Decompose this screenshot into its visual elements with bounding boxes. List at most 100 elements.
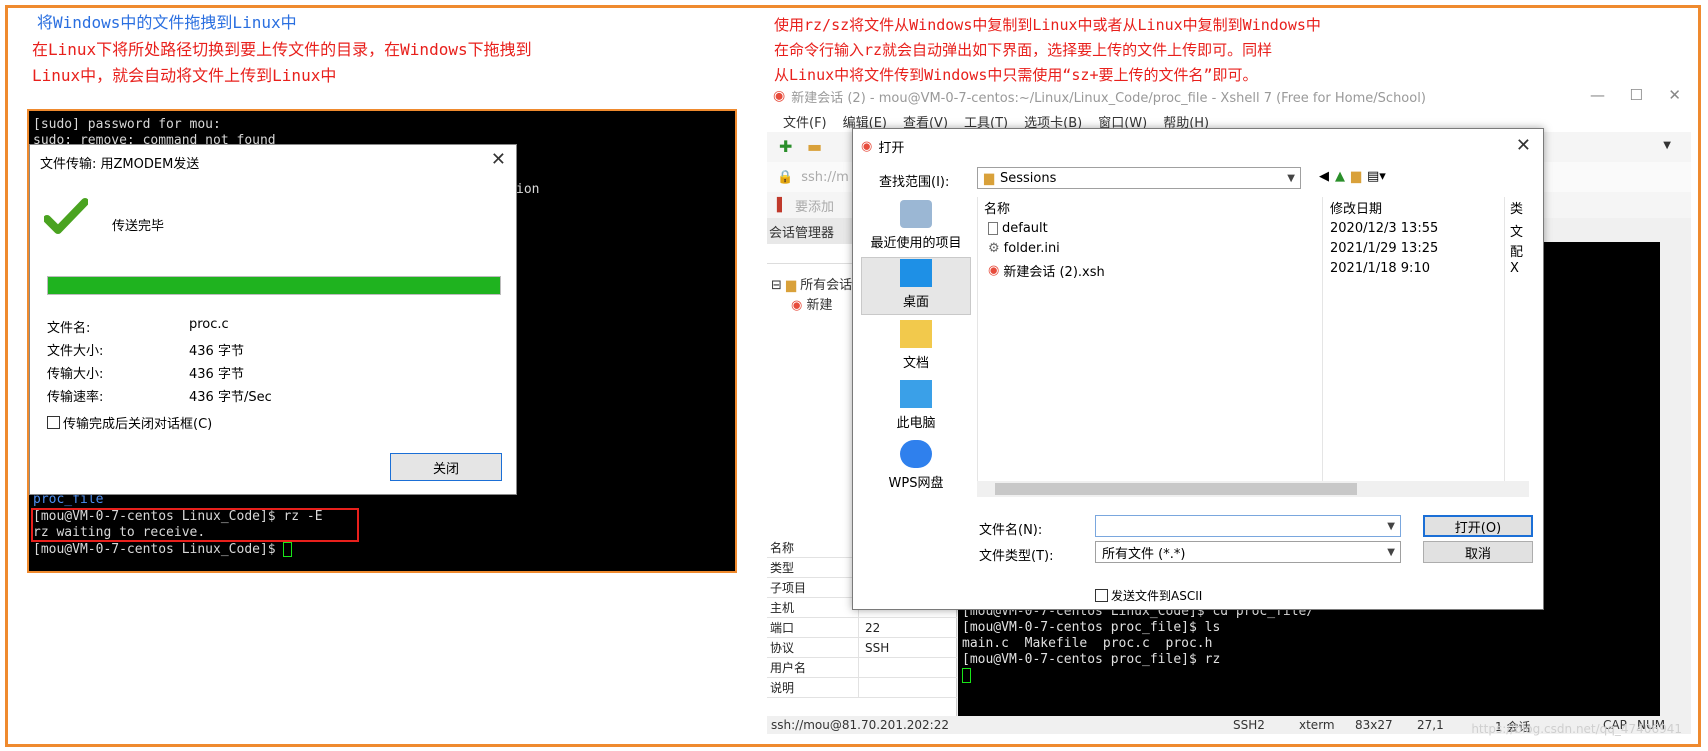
dialog-title: 文件传输: 用ZMODEM发送 — [40, 157, 200, 172]
right-note-line2: 在命令行输入rz就会自动弹出如下界面，选择要上传的文件上传即可。同样 — [774, 41, 1273, 59]
filename-label: 文件名(N): — [979, 523, 1043, 538]
file-row[interactable]: ◉ 新建会话 (2).xsh — [988, 261, 1105, 280]
chevron-down-icon: ▼ — [1387, 520, 1395, 532]
chevron-down-icon: ▼ — [1387, 546, 1395, 558]
prop-key: 主机 — [767, 598, 859, 617]
recent-icon — [900, 200, 932, 228]
menu-file[interactable]: 文件(F) — [783, 112, 827, 131]
row-value: 436 字节 — [189, 367, 244, 382]
prop-row: 端口 22 — [767, 618, 957, 638]
ascii-checkbox[interactable]: 发送文件到ASCII — [1095, 587, 1202, 604]
place-desktop[interactable]: 桌面 — [861, 257, 971, 315]
file-date: 2021/1/29 13:25 — [1330, 241, 1439, 256]
prop-row: 用户名 — [767, 658, 957, 678]
row-value: 436 字节 — [189, 344, 244, 359]
right-note-line1: 使用rz/sz将文件从Windows中复制到Linux中或者从Linux中复制到… — [774, 16, 1321, 34]
column-date[interactable]: 修改日期 — [1330, 197, 1382, 217]
file-row[interactable]: ⚙ folder.ini — [988, 241, 1060, 256]
place-wps-cloud[interactable]: WPS网盘 — [861, 437, 971, 495]
cancel-button[interactable]: 取消 — [1423, 541, 1533, 563]
tree-root[interactable]: ⊟ ▆ 所有会话 — [771, 274, 852, 293]
place-label: 最近使用的项目 — [870, 236, 962, 251]
new-session-icon[interactable]: ✚ — [779, 137, 792, 156]
place-documents[interactable]: 文档 — [861, 317, 971, 375]
watermark: https://blog.csdn.net/qq_47406941 — [1471, 722, 1682, 736]
open-folder-icon[interactable]: ▬ — [807, 137, 822, 156]
place-label: WPS网盘 — [888, 476, 944, 491]
column-name[interactable]: 名称 — [984, 197, 1010, 217]
filetype-select[interactable]: 所有文件 (*.*) ▼ — [1095, 541, 1401, 563]
open-dialog: ◉ 打开 ✕ 查找范围(I): ▆ Sessions ▼ ◀ ▲ ▆ ▤▾ 最近使用的… — [852, 128, 1544, 610]
cursor — [283, 542, 293, 557]
ascii-label: 发送文件到ASCII — [1111, 589, 1203, 603]
lock-icon: 🔒 — [777, 169, 794, 185]
close-icon[interactable]: ✕ — [491, 149, 506, 170]
status-protocol: SSH2 — [1233, 718, 1265, 732]
documents-icon — [900, 320, 932, 348]
prop-key: 用户名 — [767, 658, 859, 677]
checkbox-box[interactable] — [1095, 589, 1108, 602]
close-icon[interactable]: ✕ — [1668, 86, 1681, 104]
term-prompt: [mou@VM-0-7-centos Linux_Code]$ — [33, 542, 284, 557]
term-cursor-line — [962, 668, 971, 683]
folder-icon: ▆ — [786, 278, 797, 293]
term-line: [mou@VM-0-7-centos proc_file]$ rz — [962, 652, 1221, 667]
zmodem-dialog: 文件传输: 用ZMODEM发送 ✕ 传送完毕 文件名: proc.c 文件大小:… — [29, 144, 517, 495]
xsh-file-icon: ◉ — [988, 263, 1000, 278]
lookin-label: 查找范围(I): — [879, 175, 950, 190]
prop-key: 名称 — [767, 538, 859, 557]
up-folder-icon[interactable]: ▲ — [1335, 169, 1345, 184]
prop-key: 子项目 — [767, 578, 859, 597]
tree-child[interactable]: ◉ 新建 — [791, 294, 833, 313]
terminal-scrollbar[interactable] — [1660, 242, 1678, 716]
places-bar: 最近使用的项目 桌面 文档 此电脑 WPS网盘 — [861, 197, 971, 567]
row-key: 传输大小: — [47, 367, 104, 382]
horizontal-scrollbar[interactable] — [977, 481, 1529, 497]
prop-row: 协议 SSH — [767, 638, 957, 658]
checkbox-box[interactable] — [47, 416, 60, 429]
term-line: ion — [516, 182, 540, 197]
close-button[interactable]: 关闭 — [390, 453, 502, 481]
place-recent[interactable]: 最近使用的项目 — [861, 197, 971, 255]
lookin-select[interactable]: ▆ Sessions ▼ — [977, 167, 1301, 189]
checkbox-label: 传输完成后关闭对话框(C) — [63, 417, 213, 432]
back-icon[interactable]: ◀ — [1319, 169, 1329, 184]
minimize-icon[interactable]: — — [1590, 86, 1605, 104]
new-folder-icon[interactable]: ▆ — [1351, 169, 1361, 184]
prop-key: 端口 — [767, 618, 859, 637]
window-title: 新建会话 (2) - mou@VM-0-7-centos:~/Linux/Lin… — [791, 90, 1426, 106]
prop-value: SSH — [865, 640, 890, 655]
bookmark-icon: ▌ — [777, 197, 787, 213]
view-menu-icon[interactable]: ▤▾ — [1367, 169, 1386, 184]
progress-bar — [47, 276, 501, 295]
filename-input[interactable]: ▼ — [1095, 515, 1401, 537]
file-list: 名称 修改日期 类 default 2020/12/3 13:55 文 ⚙ fol… — [977, 197, 1529, 481]
open-button[interactable]: 打开(O) — [1423, 515, 1533, 537]
file-name: default — [1002, 221, 1048, 236]
term-prompt-line: [mou@VM-0-7-centos Linux_Code]$ — [33, 542, 293, 557]
row-key: 文件大小: — [47, 344, 104, 359]
maximize-icon[interactable]: ☐ — [1630, 86, 1643, 104]
session-icon: ◉ — [791, 298, 803, 313]
close-icon[interactable]: ✕ — [1516, 135, 1531, 156]
scroll-thumb[interactable] — [995, 483, 1357, 495]
cursor — [962, 668, 971, 683]
desktop-icon — [900, 259, 932, 287]
file-type: 文 — [1510, 225, 1524, 240]
column-divider — [1322, 197, 1323, 481]
tree-child-label: 新建 — [806, 298, 833, 313]
chevron-down-icon[interactable]: ▼ — [1663, 140, 1671, 151]
status-pos: 27,1 — [1417, 718, 1444, 732]
place-this-pc[interactable]: 此电脑 — [861, 377, 971, 435]
column-type[interactable]: 类 — [1510, 197, 1523, 217]
xshell-logo-icon: ◉ — [773, 88, 786, 104]
cloud-icon — [900, 440, 932, 468]
place-label: 此电脑 — [896, 416, 936, 431]
close-on-done-checkbox[interactable]: 传输完成后关闭对话框(C) — [47, 413, 212, 432]
settings-file-icon: ⚙ — [988, 241, 1000, 256]
checkmark-icon — [44, 198, 88, 234]
xshell-logo-icon: ◉ — [861, 139, 873, 154]
add-tip: 要添加 — [795, 199, 835, 215]
file-date: 2020/12/3 13:55 — [1330, 221, 1439, 236]
file-row[interactable]: default — [988, 221, 1048, 236]
